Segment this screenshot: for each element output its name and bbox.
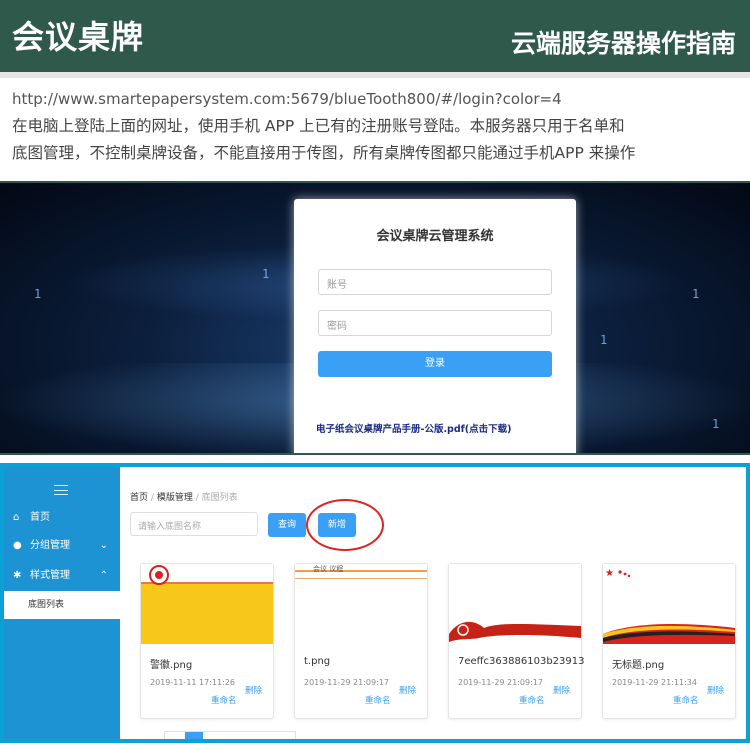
rename-link[interactable]: 重命名 [519,694,545,706]
login-screenshot: 1 1 1 1 1 会议桌牌云管理系统 账号 密码 登录 电子纸会议桌牌产品手册… [0,181,750,455]
background-digit: 1 [600,333,608,347]
breadcrumb-home[interactable]: 首页 [130,493,148,503]
page-title: 会议桌牌 [12,18,145,56]
login-card: 会议桌牌云管理系统 账号 密码 登录 电子纸会议桌牌产品手册-公版.pdf(点击… [294,199,576,453]
sidebar: ⌂ 首页 ● 分组管理 ⌄ ✱ 样式管理 ⌃ 底图列表 [4,467,120,739]
image-name: 警徽.png [150,660,193,671]
puzzle-icon: ✱ [13,570,22,581]
image-card[interactable]: ★ 无标题.png 2019-11-29 21:11:34 删除 重命名 [602,563,736,719]
image-name: 7eeffc363886103b23913f [458,656,584,667]
background-digit: 1 [262,267,270,281]
login-button[interactable]: 登录 [318,351,552,377]
rename-link[interactable]: 重命名 [673,694,699,706]
sidebar-item-home[interactable]: ⌂ 首页 [4,505,120,531]
highlight-circle [306,499,384,551]
thumbnail-meeting-agenda: 会议 议程 [295,564,427,644]
background-digit: 1 [692,287,700,301]
image-name: 无标题.png [612,660,665,671]
intro-text: http://www.smartepapersystem.com:5679/bl… [12,86,742,167]
image-card[interactable]: 7eeffc363886103b23913f 2019-11-29 21:09:… [448,563,584,719]
breadcrumb-separator: / [150,493,154,503]
image-date: 2019-11-29 21:11:34 [612,678,697,687]
sidebar-item-groups[interactable]: ● 分组管理 ⌄ [4,533,120,559]
query-button[interactable]: 查询 [268,513,306,537]
sidebar-item-label: 分组管理 [30,540,70,551]
admin-screenshot: ⌂ 首页 ● 分组管理 ⌄ ✱ 样式管理 ⌃ 底图列表 首页 / 模版管理 / … [0,463,750,743]
background-digit: 1 [712,417,720,431]
thumbnail-red-ribbon [449,564,581,644]
rename-link[interactable]: 重命名 [211,694,237,706]
thumbnail-party-banner: ★ [603,564,735,644]
delete-link[interactable]: 删除 [399,684,416,696]
image-date: 2019-11-11 17:11:26 [150,678,235,687]
header-divider [0,72,750,78]
pagination-current-page[interactable] [185,732,203,739]
sidebar-item-label: 样式管理 [30,570,70,581]
image-date: 2019-11-29 21:09:17 [304,678,389,687]
chevron-up-icon: ⌃ [99,570,108,581]
page-subtitle: 云端服务器操作指南 [510,29,736,58]
sidebar-item-styles[interactable]: ✱ 样式管理 ⌃ [4,563,120,589]
header-banner: 会议桌牌 云端服务器操作指南 [0,0,750,72]
image-date: 2019-11-29 21:09:17 [458,678,543,687]
police-emblem-icon [149,565,169,585]
password-input[interactable]: 密码 [318,310,552,336]
intro-line-1: 在电脑上登陆上面的网址，使用手机 APP 上已有的注册账号登陆。本服务器只用于名… [12,117,625,135]
breadcrumb: 首页 / 模版管理 / 底图列表 [130,490,238,503]
page: 会议桌牌 云端服务器操作指南 http://www.smartepapersys… [0,0,750,750]
breadcrumb-module[interactable]: 模版管理 [157,493,193,503]
image-name: t.png [304,656,331,667]
server-url[interactable]: http://www.smartepapersystem.com:5679/bl… [12,86,742,113]
background-digit: 1 [34,287,42,301]
user-icon: ● [13,540,22,551]
manual-download-link[interactable]: 电子纸会议桌牌产品手册-公版.pdf(点击下载) [316,421,511,435]
intro-line-2: 底图管理，不控制桌牌设备，不能直接用于传图，所有桌牌传图都只能通过手机APP 来… [12,144,636,162]
sidebar-subitem-background-list[interactable]: 底图列表 [4,591,120,619]
delete-link[interactable]: 删除 [553,684,570,696]
thumbnail-police-emblem [141,564,273,644]
sidebar-item-label: 首页 [30,512,50,523]
image-card[interactable]: 会议 议程 t.png 2019-11-29 21:09:17 删除 重命名 [294,563,428,719]
svg-text:★: ★ [605,568,614,579]
red-ribbon-icon [449,621,581,642]
search-input[interactable]: 请输入底图名称 [130,512,258,536]
delete-link[interactable]: 删除 [707,684,724,696]
breadcrumb-current: 底图列表 [201,493,238,503]
rename-link[interactable]: 重命名 [365,694,391,706]
thumbnail-stamp-text: 会议 议程 [313,565,344,573]
pagination [164,731,296,739]
delete-link[interactable]: 删除 [245,684,262,696]
party-banner-icon: ★ [603,568,735,644]
main-panel: 首页 / 模版管理 / 底图列表 请输入底图名称 查询 新增 警徽.png 20… [120,467,746,739]
breadcrumb-separator: / [195,493,199,503]
home-icon: ⌂ [13,512,20,523]
account-input[interactable]: 账号 [318,269,552,295]
hamburger-icon[interactable] [54,485,68,495]
image-card[interactable]: 警徽.png 2019-11-11 17:11:26 删除 重命名 [140,563,274,719]
chevron-down-icon: ⌄ [99,540,108,551]
login-title: 会议桌牌云管理系统 [376,229,494,244]
